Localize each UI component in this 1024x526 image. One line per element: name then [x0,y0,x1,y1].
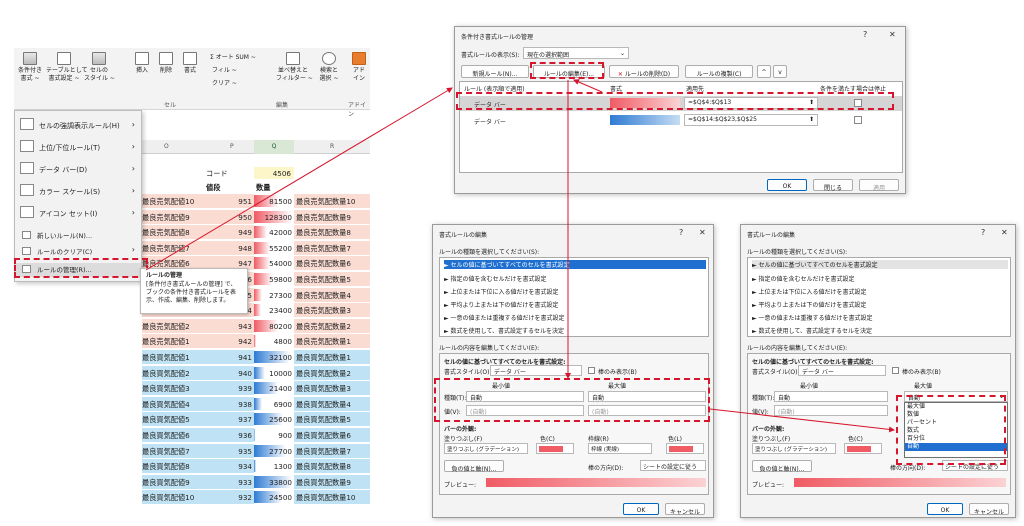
arrow-to-dropdown [709,408,895,433]
annotation-arrows [145,79,895,433]
arrow-to-manager [145,87,453,271]
arrow-row-to-edit [573,79,603,93]
